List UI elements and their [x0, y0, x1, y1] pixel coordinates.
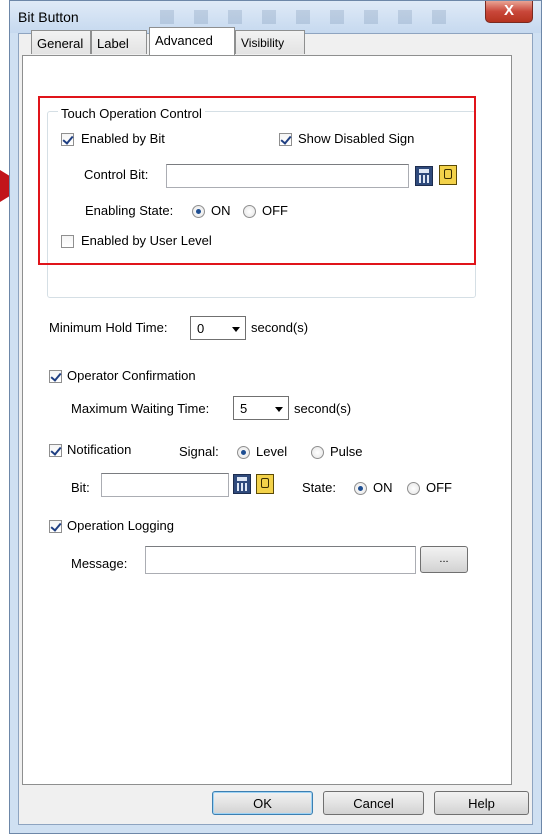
control-bit-input[interactable] — [166, 164, 409, 188]
signal-level-radio[interactable] — [237, 446, 250, 459]
enabling-state-on-label: ON — [211, 203, 231, 218]
signal-label: Signal: — [179, 444, 219, 459]
signal-pulse-label: Pulse — [330, 444, 363, 459]
window-title: Bit Button — [18, 9, 79, 25]
message-input[interactable] — [145, 546, 416, 574]
tab-visibility[interactable]: Visibility — [235, 30, 305, 54]
signal-level-label: Level — [256, 444, 288, 459]
cancel-button[interactable]: Cancel — [323, 791, 424, 815]
operation-logging-label: Operation Logging — [67, 518, 174, 533]
enabling-state-on-radio[interactable] — [192, 205, 205, 218]
enabling-state-label: Enabling State: — [85, 203, 174, 218]
close-button[interactable]: X — [485, 1, 533, 23]
notification-label: Notification — [67, 442, 132, 457]
chevron-down-icon — [232, 327, 240, 332]
enabled-by-user-level-checkbox[interactable] — [61, 235, 74, 248]
show-disabled-sign-label: Show Disabled Sign — [298, 131, 415, 146]
operator-confirmation-label: Operator Confirmation — [67, 368, 196, 383]
notification-checkbox[interactable] — [49, 444, 62, 457]
notification-state-label: State: — [302, 480, 336, 495]
signal-pulse-radio[interactable] — [311, 446, 324, 459]
help-button[interactable]: Help — [434, 791, 529, 815]
message-label: Message: — [71, 556, 128, 571]
max-waiting-time-select[interactable]: 5 — [233, 396, 289, 420]
notification-state-on-label: ON — [373, 480, 393, 495]
enabled-by-user-level-label: Enabled by User Level — [81, 233, 212, 248]
notification-bit-input[interactable] — [101, 473, 229, 497]
close-icon: X — [503, 2, 514, 19]
minimum-hold-time-unit: second(s) — [251, 320, 309, 335]
tab-advanced[interactable]: Advanced — [149, 27, 235, 55]
minimum-hold-time-label: Minimum Hold Time: — [49, 320, 168, 335]
enabled-by-bit-checkbox[interactable] — [61, 133, 74, 146]
address-tag-icon[interactable] — [256, 474, 274, 494]
enabling-state-off-label: OFF — [262, 203, 288, 218]
minimum-hold-time-value: 0 — [197, 321, 205, 336]
ok-button[interactable]: OK — [212, 791, 313, 815]
calculator-icon[interactable] — [233, 474, 251, 494]
tab-label[interactable]: Label — [91, 30, 147, 54]
enabled-by-bit-label: Enabled by Bit — [81, 131, 165, 146]
tab-general[interactable]: General — [31, 30, 91, 54]
max-waiting-time-label: Maximum Waiting Time: — [71, 401, 210, 416]
max-waiting-time-value: 5 — [240, 401, 248, 416]
control-bit-label: Control Bit: — [84, 167, 149, 182]
show-disabled-sign-checkbox[interactable] — [279, 133, 292, 146]
calculator-icon[interactable] — [415, 166, 433, 186]
notification-bit-label: Bit: — [71, 480, 90, 495]
notification-state-on-radio[interactable] — [354, 482, 367, 495]
operation-logging-checkbox[interactable] — [49, 520, 62, 533]
address-tag-icon[interactable] — [439, 165, 457, 185]
chevron-down-icon — [275, 407, 283, 412]
notification-state-off-radio[interactable] — [407, 482, 420, 495]
enabling-state-off-radio[interactable] — [243, 205, 256, 218]
title-bar[interactable]: Bit Button X — [10, 1, 541, 33]
notification-state-off-label: OFF — [426, 480, 452, 495]
operator-confirmation-checkbox[interactable] — [49, 370, 62, 383]
minimum-hold-time-select[interactable]: 0 — [190, 316, 246, 340]
max-waiting-time-unit: second(s) — [294, 401, 352, 416]
titlebar-decoration — [160, 10, 460, 24]
message-browse-button[interactable]: ... — [420, 546, 468, 573]
